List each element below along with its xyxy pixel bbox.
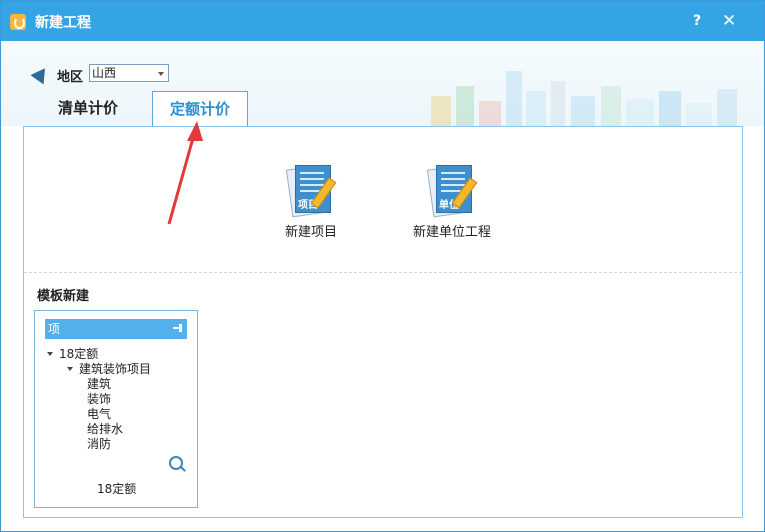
region-select-value: 山西: [92, 66, 117, 80]
template-section-title: 模板新建: [37, 289, 90, 304]
document-pencil-icon: 项目: [285, 163, 337, 218]
tree-leaf[interactable]: 建筑: [47, 377, 151, 392]
pin-icon[interactable]: [173, 323, 183, 333]
app-icon: [10, 14, 26, 30]
new-unit-project-button[interactable]: 单位 新建单位工程: [413, 163, 491, 240]
tree-node-root[interactable]: 18定额: [47, 347, 151, 362]
chevron-down-icon: [158, 72, 164, 76]
location-arrow-icon: [30, 63, 52, 85]
close-button[interactable]: ✕: [722, 11, 736, 31]
tile-label: 新建项目: [285, 225, 338, 240]
caret-down-icon[interactable]: [47, 352, 53, 356]
tab-list-pricing[interactable]: 清单计价: [23, 91, 153, 126]
search-icon[interactable]: [169, 456, 183, 470]
help-button[interactable]: ?: [693, 13, 701, 29]
template-footer-label: 18定额: [97, 482, 137, 496]
annotation-arrow: [167, 121, 203, 225]
section-divider: [24, 272, 742, 273]
caret-down-icon[interactable]: [67, 367, 73, 371]
city-skyline-illustration: [431, 71, 737, 126]
template-panel-header-label: 项: [48, 322, 61, 336]
tree-node-child[interactable]: 建筑装饰项目: [47, 362, 151, 377]
tree-leaf[interactable]: 装饰: [47, 392, 151, 407]
region-label: 地区: [57, 70, 84, 85]
template-tree: 18定额 建筑装饰项目 建筑 装饰 电气 给排水 消防: [47, 347, 151, 452]
template-panel-header: 项: [45, 319, 187, 339]
window-title: 新建工程: [35, 15, 91, 31]
title-bar: 新建工程 ? ✕: [1, 1, 764, 41]
region-select[interactable]: 山西: [89, 64, 169, 82]
tree-leaf[interactable]: 给排水: [47, 422, 151, 437]
new-project-dialog: 新建工程 ? ✕ 地区 山西 清单计价 定额计价 项目 新建项目 单位 新建单位…: [0, 0, 765, 532]
tree-leaf[interactable]: 电气: [47, 407, 151, 422]
tile-label: 新建单位工程: [413, 225, 492, 240]
new-project-button[interactable]: 项目 新建项目: [285, 163, 337, 240]
document-pencil-icon: 单位: [426, 163, 478, 218]
tree-leaf[interactable]: 消防: [47, 437, 151, 452]
template-panel: 项 18定额 建筑装饰项目 建筑 装饰 电气 给排水 消防 18定额: [34, 310, 198, 508]
